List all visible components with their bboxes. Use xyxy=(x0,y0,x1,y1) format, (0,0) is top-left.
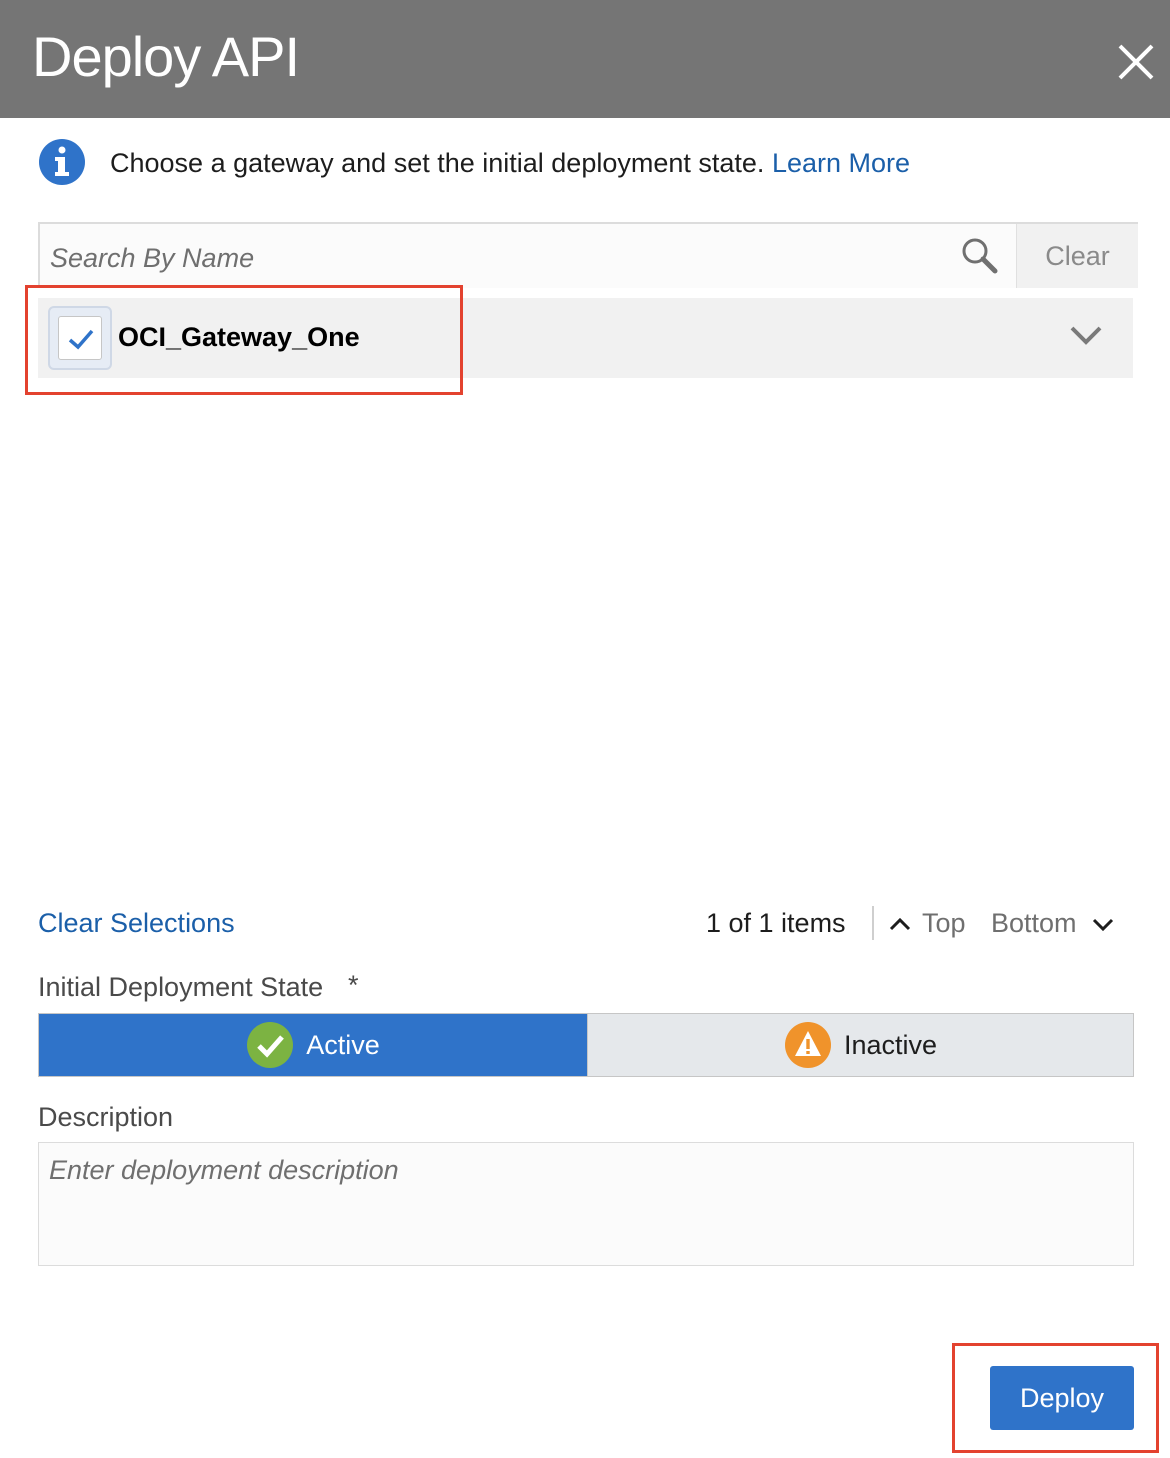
info-banner: Choose a gateway and set the initial dep… xyxy=(38,138,1138,188)
required-marker: * xyxy=(348,970,359,1000)
check-circle-icon xyxy=(247,1022,294,1068)
description-label: Description xyxy=(38,1102,174,1132)
state-active-label: Active xyxy=(306,1029,380,1060)
dialog-title-bar: Deploy API xyxy=(0,0,1170,118)
chevron-down-icon xyxy=(1092,918,1113,931)
info-message-text: Choose a gateway and set the initial dep… xyxy=(110,148,765,178)
gateway-checkbox[interactable] xyxy=(48,306,112,370)
chevron-up-icon xyxy=(889,917,911,930)
item-count: 1 of 1 items xyxy=(706,908,846,938)
info-icon xyxy=(39,139,85,185)
deployment-state-toggle: Active Inactive xyxy=(38,1013,1134,1077)
clear-search-button[interactable]: Clear xyxy=(1016,224,1138,288)
top-label: Top xyxy=(922,908,966,938)
scroll-bottom-button[interactable]: Bottom xyxy=(991,908,1115,939)
clear-selections-link[interactable]: Clear Selections xyxy=(38,908,235,939)
gateway-name: OCI_Gateway_One xyxy=(118,322,360,352)
chevron-down-icon[interactable] xyxy=(1068,322,1104,350)
search-icon[interactable] xyxy=(960,236,1000,276)
search-bar: Clear xyxy=(38,222,1138,288)
checkmark-icon xyxy=(68,329,94,350)
checkbox-box xyxy=(58,316,102,360)
close-icon xyxy=(1118,44,1154,80)
bottom-label: Bottom xyxy=(991,908,1077,938)
state-inactive-button[interactable]: Inactive xyxy=(587,1014,1133,1076)
dialog-title: Deploy API xyxy=(32,25,300,88)
divider xyxy=(872,906,874,940)
state-inactive-label: Inactive xyxy=(843,1029,938,1060)
close-button[interactable] xyxy=(1110,36,1162,88)
scroll-top-button[interactable]: Top xyxy=(888,908,966,939)
list-item-gateway[interactable]: OCI_Gateway_One xyxy=(38,298,1133,378)
deploy-button[interactable]: Deploy xyxy=(990,1366,1134,1430)
info-message: Choose a gateway and set the initial dep… xyxy=(110,148,910,179)
list-footer: Clear Selections 1 of 1 items Top Bottom xyxy=(38,902,1133,946)
state-active-button[interactable]: Active xyxy=(39,1014,587,1076)
search-input[interactable] xyxy=(50,236,930,280)
description-textarea[interactable] xyxy=(38,1142,1134,1266)
learn-more-link[interactable]: Learn More xyxy=(772,148,910,178)
deployment-state-label: Initial Deployment State xyxy=(38,972,324,1002)
warning-icon xyxy=(784,1022,831,1068)
